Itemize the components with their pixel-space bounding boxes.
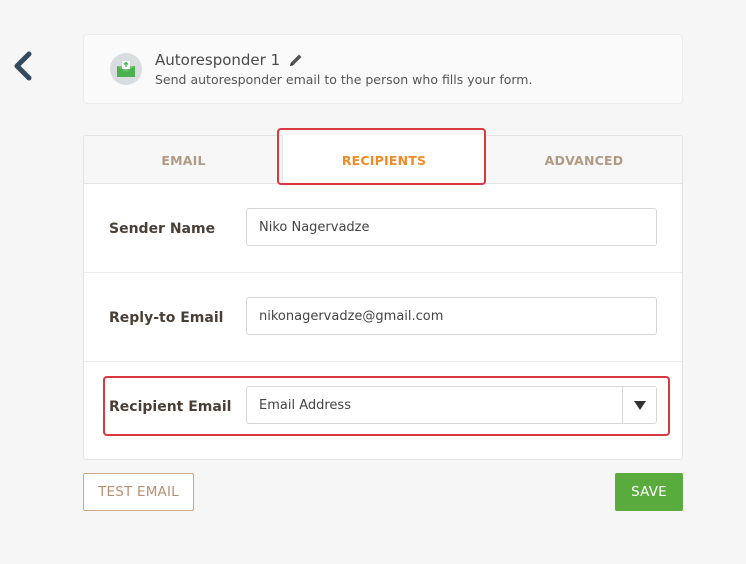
autoresponder-settings-page: Autoresponder 1 Send autoresponder email…	[0, 0, 746, 564]
sender-name-row: Sender Name	[84, 184, 682, 273]
header-text: Autoresponder 1 Send autoresponder email…	[155, 51, 532, 87]
caret-down-icon[interactable]	[622, 387, 656, 423]
tab-recipients[interactable]: RECIPIENTS	[282, 135, 486, 185]
sender-name-label: Sender Name	[109, 220, 216, 237]
recipient-email-row: Recipient Email Email Address	[84, 362, 682, 451]
settings-card: EMAIL RECIPIENTS ADVANCED Sender Name Re…	[83, 135, 683, 460]
tab-email[interactable]: EMAIL	[84, 136, 283, 184]
autoresponder-description: Send autoresponder email to the person w…	[155, 72, 533, 87]
reply-to-email-row: Reply-to Email	[84, 273, 682, 362]
chevron-left-icon	[14, 51, 32, 81]
back-button[interactable]	[8, 48, 38, 84]
autoresponder-title: Autoresponder 1	[155, 51, 281, 69]
pencil-icon[interactable]	[288, 53, 303, 68]
tab-bar: EMAIL RECIPIENTS ADVANCED	[84, 135, 682, 185]
recipient-email-selected-value: Email Address	[259, 397, 351, 413]
reply-to-email-label: Reply-to Email	[109, 309, 224, 326]
envelope-icon	[110, 53, 142, 85]
recipient-email-select[interactable]: Email Address	[246, 386, 657, 424]
test-email-button[interactable]: TEST EMAIL	[83, 473, 194, 511]
sender-name-input[interactable]	[246, 208, 657, 246]
tab-advanced[interactable]: ADVANCED	[486, 136, 682, 184]
save-button[interactable]: SAVE	[615, 473, 683, 511]
autoresponder-header: Autoresponder 1 Send autoresponder email…	[83, 34, 683, 104]
reply-to-email-input[interactable]	[246, 297, 657, 335]
recipient-email-label: Recipient Email	[109, 398, 232, 415]
